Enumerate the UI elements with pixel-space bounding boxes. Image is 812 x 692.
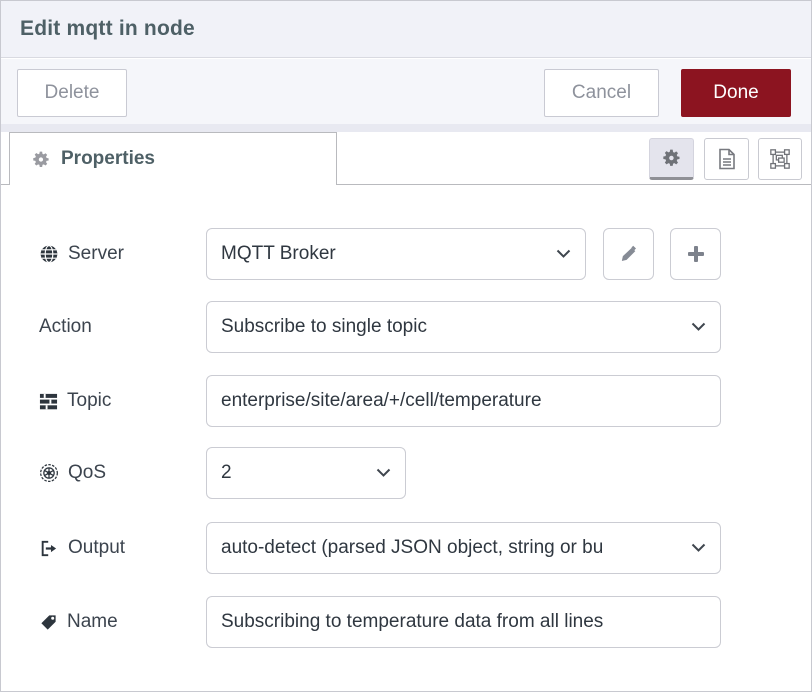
plus-icon [687,245,705,263]
properties-form: Server MQTT Broker [1,185,811,691]
chevron-down-icon [691,322,706,332]
edit-mqtt-in-node-dialog: Edit mqtt in node Delete Cancel Done Pro… [0,0,812,692]
appearance-tab-button[interactable] [758,138,802,180]
name-label: Name [39,596,118,648]
tab-properties[interactable]: Properties [9,132,337,185]
gear-icon [662,148,682,168]
properties-gear-tab-button[interactable] [649,138,694,180]
tab-properties-label: Properties [61,148,155,170]
chevron-down-icon [691,543,706,553]
topic-input[interactable] [206,375,721,427]
edit-server-button[interactable] [603,228,654,280]
delete-button[interactable]: Delete [17,69,127,117]
name-input[interactable] [206,596,721,648]
sign-out-icon [39,539,59,558]
description-tab-button[interactable] [704,138,749,180]
qos-select[interactable]: 2 [206,447,406,499]
dialog-title: Edit mqtt in node [20,17,195,41]
toolbar-separator [1,124,811,132]
done-button[interactable]: Done [681,69,791,117]
topic-label: Topic [39,375,111,427]
dialog-toolbar: Delete Cancel Done [1,59,811,124]
chevron-down-icon [376,468,391,478]
add-server-button[interactable] [670,228,721,280]
cancel-button[interactable]: Cancel [544,69,659,117]
qos-label: QoS [39,447,106,499]
globe-icon [39,244,59,264]
tab-bar: Properties [1,132,811,185]
tag-icon [39,613,58,632]
server-select[interactable]: MQTT Broker [206,228,586,280]
output-select[interactable]: auto-detect (parsed JSON object, string … [206,522,721,574]
action-select[interactable]: Subscribe to single topic [206,301,721,353]
output-label: Output [39,522,125,574]
empire-icon [39,463,59,483]
appearance-frame-icon [769,148,791,170]
pencil-icon [619,245,638,264]
tasks-icon [39,392,58,411]
gear-icon [32,150,51,169]
server-label: Server [39,228,124,280]
action-label: Action [39,301,92,353]
dialog-header: Edit mqtt in node [1,1,811,58]
chevron-down-icon [556,249,571,259]
document-icon [717,148,737,170]
